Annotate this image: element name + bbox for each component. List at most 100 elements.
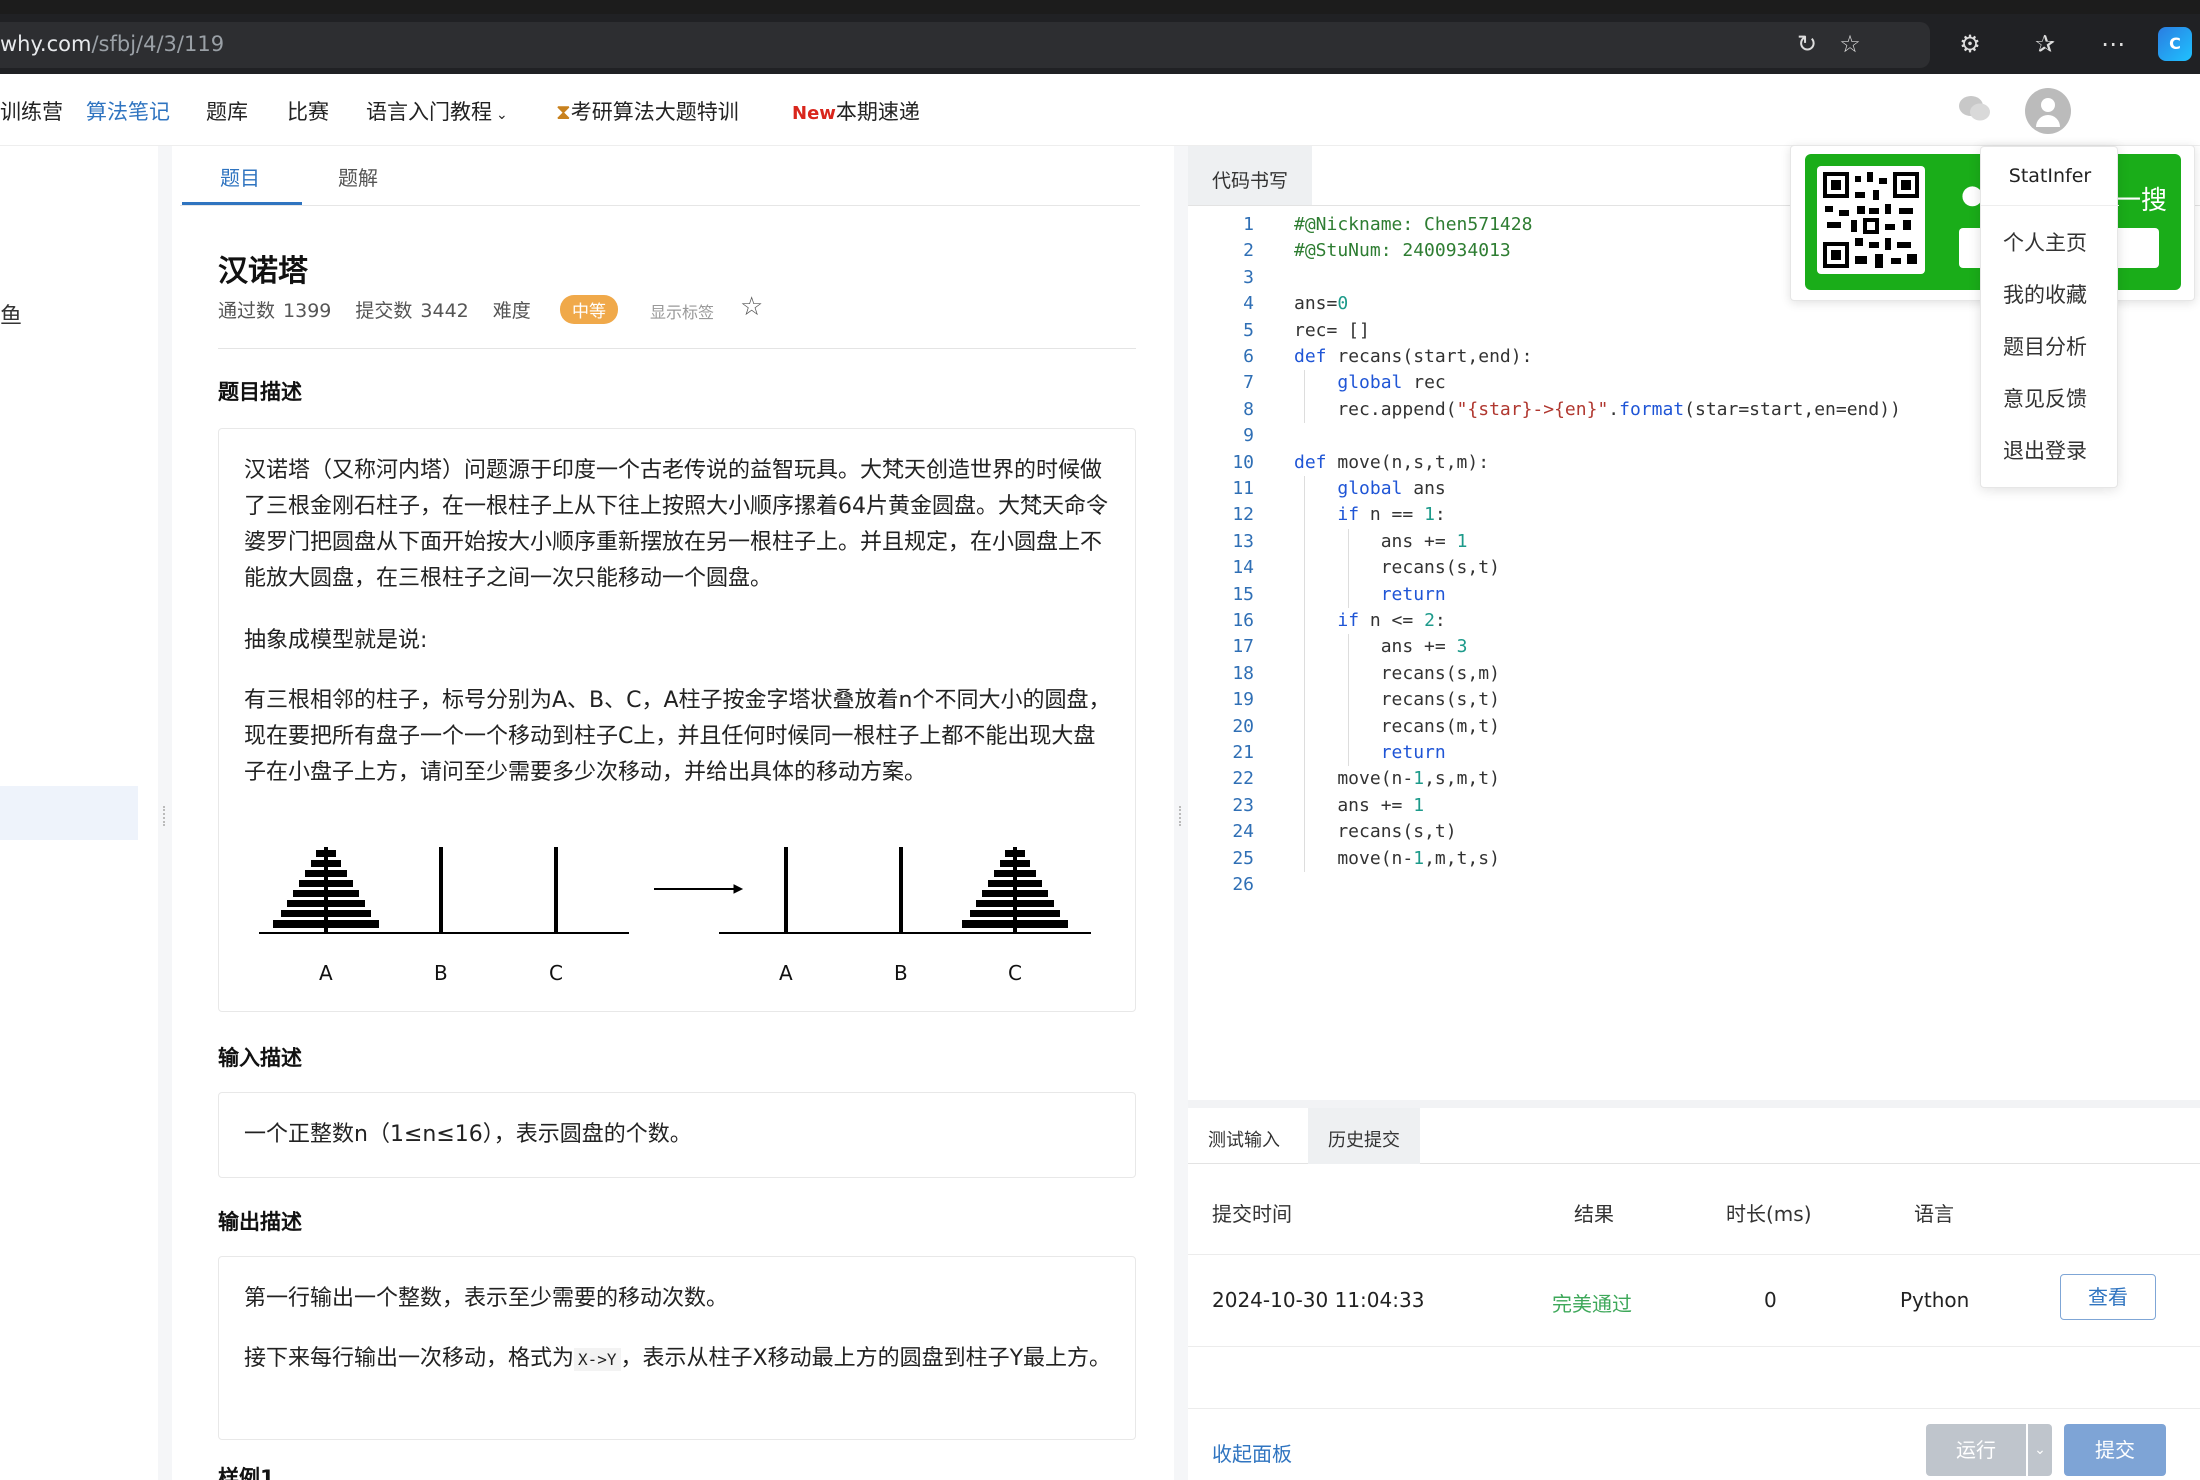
- tab-test-input[interactable]: 测试输入: [1188, 1108, 1300, 1164]
- line-code: return: [1380, 583, 1446, 605]
- submit-button[interactable]: 提交: [2064, 1424, 2166, 1476]
- line-number: 21: [1232, 742, 1254, 763]
- nav-item-problems[interactable]: 题库: [206, 96, 248, 126]
- run-button[interactable]: 运行: [1926, 1424, 2026, 1476]
- tab-solution[interactable]: 题解: [338, 162, 378, 191]
- label-b1: B: [434, 961, 448, 985]
- desc-paragraph-3: 有三根相邻的柱子，标号分别为A、B、C，A柱子按金字塔状叠放着n个不同大小的圆盘…: [244, 688, 1111, 785]
- nav-item-contests[interactable]: 比赛: [287, 96, 329, 126]
- desc-heading: 题目描述: [218, 380, 302, 404]
- code-line[interactable]: 23 ans += 1: [1188, 793, 2188, 819]
- user-avatar[interactable]: [2025, 88, 2071, 134]
- line-code: return: [1380, 742, 1446, 763]
- star-icon[interactable]: ☆: [1835, 29, 1865, 59]
- code-line[interactable]: 12 if n == 1:: [1188, 502, 2188, 528]
- nav-item-tutorial[interactable]: 语言入门教程 ⌄: [366, 96, 508, 126]
- nav-item-camp[interactable]: 训练营: [0, 96, 63, 126]
- code-line[interactable]: 15 return: [1188, 582, 2188, 608]
- copilot-icon[interactable]: C: [2158, 27, 2192, 61]
- favorite-star-icon[interactable]: ☆: [740, 292, 763, 322]
- address-bar[interactable]: why.com/sfbj/4/3/119: [0, 22, 1930, 68]
- sidebar-item-selected[interactable]: [0, 786, 138, 840]
- code-line[interactable]: 22 move(n-1,s,m,t): [1188, 766, 2188, 792]
- tab-code[interactable]: 代码书写: [1188, 146, 1312, 206]
- code-line[interactable]: 14 recans(s,t): [1188, 555, 2188, 581]
- collapse-panel-link[interactable]: 收起面板: [1212, 1438, 1292, 1467]
- nav-special-label: 考研算法大题特训: [570, 100, 739, 124]
- menu-item-feedback[interactable]: 意见反馈: [2003, 383, 2087, 413]
- menu-item-favorites[interactable]: 我的收藏: [2003, 279, 2087, 309]
- tab-history[interactable]: 历史提交: [1308, 1108, 1420, 1164]
- line-code: #@Nickname: Chen571428: [1294, 214, 1533, 235]
- nav-item-notes[interactable]: 算法笔记: [86, 96, 170, 126]
- nav-item-special[interactable]: ⧗考研算法大题特训: [556, 96, 739, 126]
- code-line[interactable]: 25 move(n-1,m,t,s): [1188, 846, 2188, 872]
- sidebar-item-text[interactable]: 鱼: [0, 298, 22, 330]
- hanoi-left: [259, 847, 629, 934]
- line-code: move(n-1,m,t,s): [1294, 847, 1500, 869]
- code-line[interactable]: 17 ans += 3: [1188, 634, 2188, 660]
- code-line[interactable]: 13 ans += 1: [1188, 529, 2188, 555]
- code-line[interactable]: 20 recans(m,t): [1188, 714, 2188, 740]
- extensions-icon[interactable]: ⚙: [1955, 29, 1985, 59]
- row-language: Python: [1900, 1288, 1970, 1312]
- indent-guide: [1304, 476, 1305, 872]
- line-code: move(n-1,s,m,t): [1294, 768, 1500, 790]
- left-splitter[interactable]: [158, 146, 172, 1480]
- output-box: 第一行输出一个整数，表示至少需要的移动次数。 接下来每行输出一次移动，格式为 X-…: [218, 1256, 1136, 1440]
- browser-toolbar: why.com/sfbj/4/3/119 ↻ ☆ ⚙ ✰ ⋯ C: [0, 14, 2200, 74]
- line-code: if n <= 2:: [1337, 610, 1446, 631]
- line-number: 23: [1232, 794, 1254, 816]
- desc-paragraph-2: 抽象成模型就是说:: [244, 628, 428, 653]
- pass-count: 1399: [283, 300, 332, 322]
- pass-label: 通过数: [218, 300, 276, 322]
- code-line[interactable]: 19 recans(s,t): [1188, 687, 2188, 713]
- output-paragraph-2: 接下来每行输出一次移动，格式为 X->Y ，表示从柱子X移动最上方的圆盘到柱子Y最上…: [244, 1341, 1114, 1378]
- desc-paragraph-1: 汉诺塔（又称河内塔）问题源于印度一个古老传说的益智玩具。大梵天创造世界的时候做了…: [244, 458, 1108, 591]
- line-code: if n == 1:: [1337, 504, 1446, 526]
- menu-item-profile[interactable]: 个人主页: [2003, 227, 2087, 257]
- tab-problem[interactable]: 题目: [220, 162, 260, 191]
- run-dropdown-icon[interactable]: ⌄: [2028, 1424, 2052, 1476]
- code-line[interactable]: 24 recans(s,t): [1188, 819, 2188, 845]
- arrow: [654, 884, 744, 894]
- qr-code: [1817, 166, 1925, 274]
- line-code: def move(n,s,t,m):: [1294, 451, 1490, 473]
- label-c2: C: [1008, 961, 1022, 985]
- code-line[interactable]: 26: [1188, 872, 2188, 898]
- menu-item-logout[interactable]: 退出登录: [2003, 435, 2087, 465]
- line-number: 16: [1232, 610, 1254, 631]
- more-icon[interactable]: ⋯: [2098, 29, 2128, 59]
- line-number: 4: [1243, 293, 1254, 315]
- favorites-icon[interactable]: ✰: [2030, 29, 2060, 59]
- code-line[interactable]: 16 if n <= 2:: [1188, 608, 2188, 634]
- label-a2: A: [779, 961, 793, 985]
- row-result: 完美通过: [1552, 1292, 1632, 1316]
- input-heading: 输入描述: [218, 1046, 302, 1070]
- menu-username: StatInfer: [2008, 165, 2092, 187]
- label-c1: C: [549, 961, 563, 985]
- indent-guide: [1348, 634, 1349, 767]
- nav-tutorial-label: 语言入门教程: [366, 100, 492, 124]
- nav-item-new[interactable]: New本期速递: [792, 96, 920, 126]
- refresh-icon[interactable]: ↻: [1792, 29, 1822, 59]
- code-line[interactable]: 21 return: [1188, 740, 2188, 766]
- wechat-icon[interactable]: [1958, 94, 1992, 124]
- menu-item-analysis[interactable]: 题目分析: [2003, 331, 2087, 361]
- line-number: 8: [1243, 398, 1254, 420]
- line-code: rec.append("{star}->{en}".format(star=st…: [1294, 398, 1901, 420]
- line-number: 19: [1232, 689, 1254, 711]
- col-header-time: 提交时间: [1212, 1202, 1292, 1226]
- show-tags-link[interactable]: 显示标签: [650, 299, 714, 323]
- label-a1: A: [319, 961, 333, 985]
- output-p2-text-a: 接下来每行输出一次移动，格式为: [244, 1346, 575, 1371]
- editor-splitter[interactable]: [1188, 1100, 2200, 1108]
- line-code: global ans: [1337, 478, 1446, 499]
- code-line[interactable]: 18 recans(s,m): [1188, 661, 2188, 687]
- main-splitter[interactable]: [1174, 146, 1188, 1480]
- line-code: recans(s,t): [1294, 557, 1500, 579]
- view-button[interactable]: 查看: [2060, 1274, 2156, 1320]
- tab-active-indicator: [182, 202, 302, 205]
- line-number: 5: [1243, 319, 1254, 341]
- hanoi-right: [719, 847, 1091, 934]
